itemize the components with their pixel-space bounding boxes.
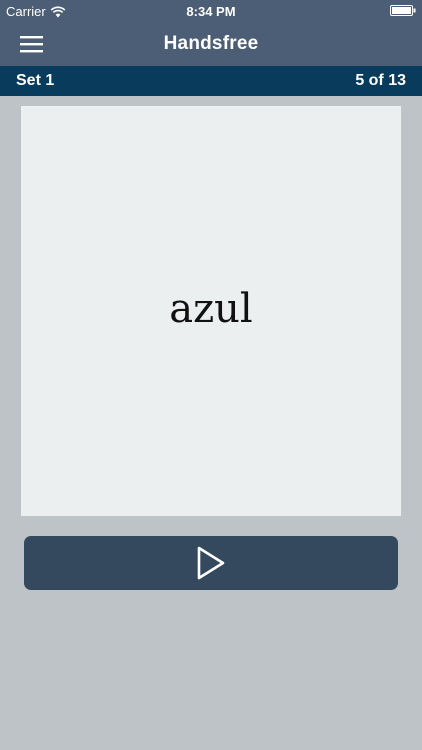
card-word: azul bbox=[169, 286, 253, 332]
battery-icon bbox=[390, 5, 416, 16]
set-progress: 5 of 13 bbox=[355, 72, 406, 89]
play-icon bbox=[197, 546, 225, 580]
page-title: Handsfree bbox=[163, 33, 259, 54]
flashcard[interactable]: azul bbox=[21, 106, 401, 516]
status-bar: Carrier 8:34 PM bbox=[0, 0, 422, 22]
header: Carrier 8:34 PM Handsfree bbox=[0, 0, 422, 66]
nav-bar: Handsfree bbox=[0, 22, 422, 66]
set-bar: Set 1 5 of 13 bbox=[0, 66, 422, 96]
set-name: Set 1 bbox=[16, 72, 55, 89]
status-time: 8:34 PM bbox=[186, 4, 236, 19]
play-button[interactable] bbox=[24, 536, 398, 590]
